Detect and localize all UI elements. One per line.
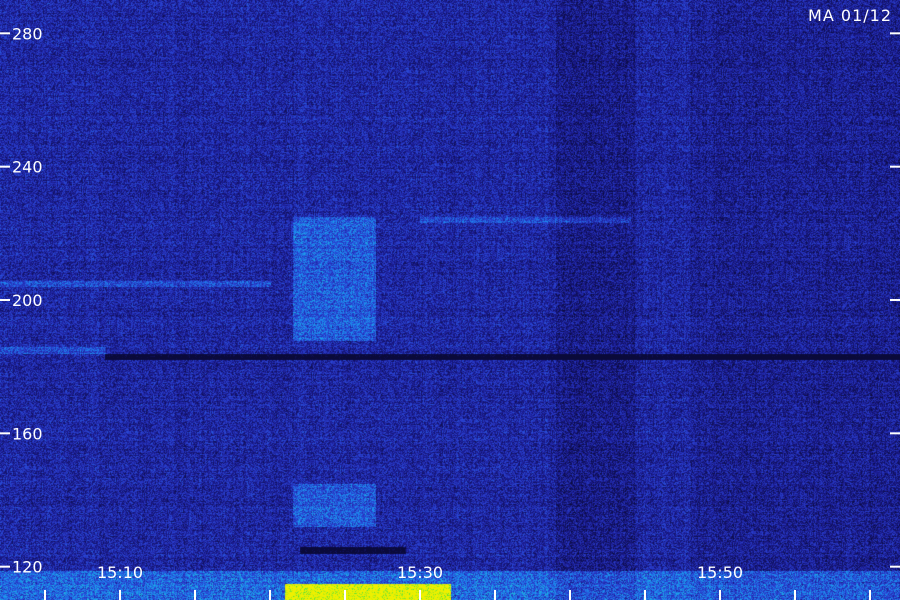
x-tick-label-15-10: 15:10 [97, 563, 143, 582]
x-tick-label-15-50: 15:50 [697, 563, 743, 582]
y-tick-label-240: 240 [12, 158, 43, 177]
y-tick-label-160: 160 [12, 424, 43, 443]
y-tick-label-280: 280 [12, 24, 43, 43]
station-label: MA 01/12 [808, 6, 892, 25]
axes-overlay: 120 160 200 240 280 15:10 15:30 15:50 [0, 24, 900, 600]
y-tick-label-120: 120 [12, 558, 43, 577]
spectrogram-chart: 120 160 200 240 280 15:10 15:30 15:50 MA 01/12 [0, 0, 900, 600]
y-tick-label-200: 200 [12, 291, 43, 310]
x-tick-label-15-30: 15:30 [397, 563, 443, 582]
